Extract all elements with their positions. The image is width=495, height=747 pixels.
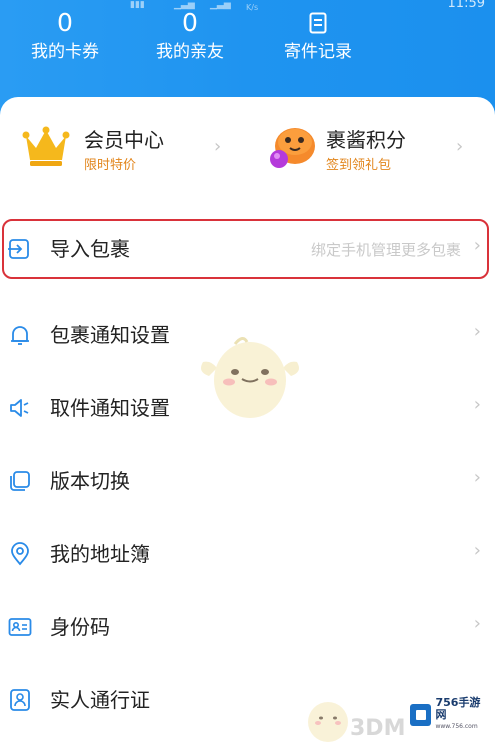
menu-item-label: 导入包裹	[50, 237, 130, 261]
menu-item-import-package[interactable]: 导入包裹 绑定手机管理更多包裹 ›	[0, 219, 495, 279]
chevron-right-icon: ›	[473, 321, 481, 342]
speaker-icon	[10, 399, 29, 417]
watermark-mascot-icon	[308, 702, 348, 742]
document-icon	[309, 12, 327, 34]
promo-member-title: 会员中心	[84, 128, 164, 152]
id-card-icon	[8, 618, 32, 636]
promo-points-subtitle: 签到领礼包	[326, 158, 392, 173]
watermark-badge-url: www.756.com	[435, 723, 478, 730]
menu-item-label: 实人通行证	[50, 688, 150, 712]
watermark-badge-title: 756手游网	[435, 696, 481, 721]
stat-coupons-label: 我的卡券	[31, 42, 99, 62]
stat-friends-label: 我的亲友	[156, 42, 224, 62]
promo-points-title: 裹酱积分	[326, 128, 406, 152]
stat-shipping-records[interactable]: 寄件记录	[253, 8, 383, 64]
chevron-right-icon: ›	[214, 136, 222, 157]
chevron-right-icon: ›	[473, 394, 481, 415]
location-pin-icon	[11, 542, 29, 566]
chevron-right-icon: ›	[456, 136, 464, 157]
menu-item-label: 取件通知设置	[50, 396, 170, 420]
chevron-right-icon: ›	[473, 540, 481, 561]
promo-member-center[interactable]: 会员中心 限时特价 ›	[0, 120, 245, 182]
stat-friends[interactable]: 0 我的亲友	[125, 8, 255, 64]
switch-icon	[10, 471, 30, 491]
stat-coupons[interactable]: 0 我的卡券	[0, 8, 130, 64]
menu-item-label: 身份码	[50, 615, 110, 639]
status-time: 11:59	[447, 0, 485, 11]
promo-points[interactable]: 裹酱积分 签到领礼包 ›	[248, 120, 495, 182]
watermark-logo-icon	[410, 704, 432, 726]
watermark-mascot-icon	[201, 337, 299, 418]
watermark-text: 3DM	[350, 716, 406, 741]
crown-icon	[22, 126, 70, 166]
menu-item-label: 版本切换	[50, 469, 130, 493]
menu-item-label: 我的地址簿	[50, 542, 150, 566]
menu-item-address-book[interactable]: 我的地址簿 ›	[0, 524, 495, 584]
menu-item-version-switch[interactable]: 版本切换 ›	[0, 451, 495, 511]
chevron-right-icon: ›	[473, 467, 481, 488]
stat-friends-count: 0	[182, 8, 198, 37]
promo-member-subtitle: 限时特价	[84, 158, 137, 173]
mascot-ball-icon	[270, 128, 315, 168]
chevron-right-icon: ›	[473, 235, 481, 256]
chevron-right-icon: ›	[473, 613, 481, 634]
menu-item-label: 包裹通知设置	[50, 323, 170, 347]
menu-item-hint: 绑定手机管理更多包裹	[310, 241, 461, 259]
bell-icon	[11, 326, 29, 345]
stat-coupons-count: 0	[57, 8, 73, 37]
import-icon	[8, 239, 29, 259]
user-badge-icon	[10, 689, 30, 711]
stat-shipping-records-label: 寄件记录	[284, 42, 352, 62]
watermark-badge: 756手游网 www.756.com	[410, 697, 490, 730]
menu-item-id-code[interactable]: 身份码 ›	[0, 597, 495, 657]
